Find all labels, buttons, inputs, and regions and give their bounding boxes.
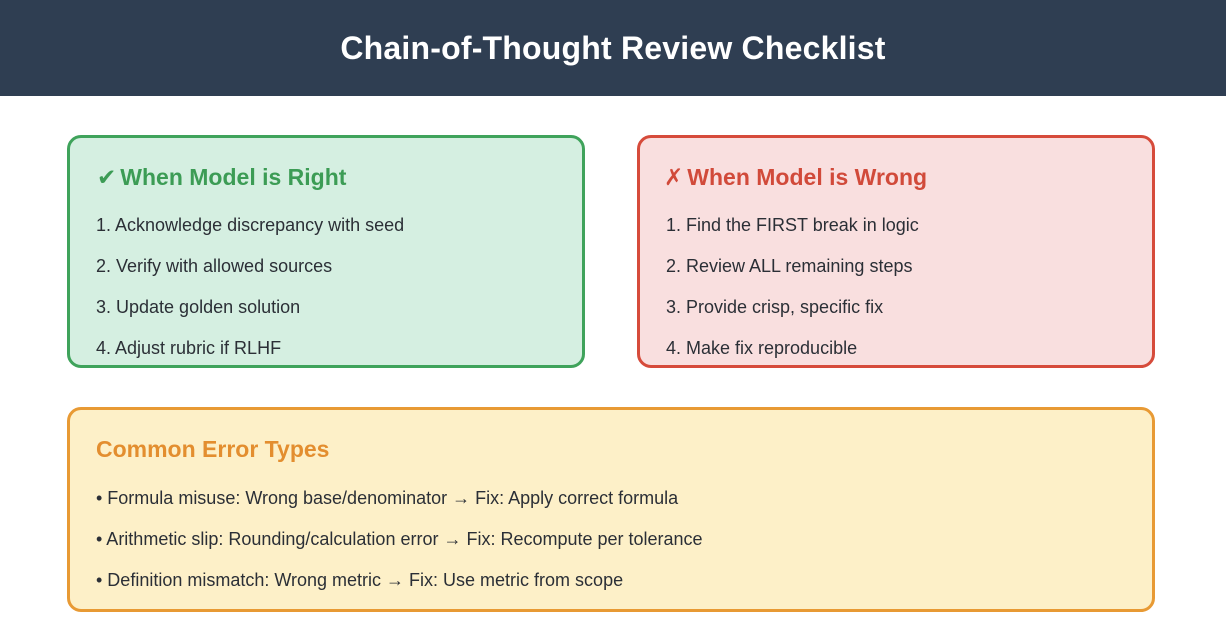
list-item: 1. Acknowledge discrepancy with seed xyxy=(96,215,405,235)
model-right-heading: ✔ When Model is Right xyxy=(97,164,346,191)
model-right-title: When Model is Right xyxy=(120,164,347,190)
list-item: 3. Provide crisp, specific fix xyxy=(666,297,884,317)
cross-icon: ✗ xyxy=(664,164,684,190)
list-item: • Definition mismatch: Wrong metric → Fi… xyxy=(96,570,624,590)
model-wrong-title: When Model is Wrong xyxy=(687,164,928,190)
check-icon: ✔ xyxy=(97,164,117,190)
list-item: • Formula misuse: Wrong base/denominator… xyxy=(96,488,679,508)
model-wrong-heading: ✗ When Model is Wrong xyxy=(664,164,927,191)
model-wrong-list: 1. Find the FIRST break in logic 2. Revi… xyxy=(666,214,919,378)
list-item: 4. Make fix reproducible xyxy=(666,338,858,358)
page-title: Chain-of-Thought Review Checklist xyxy=(340,29,886,66)
list-item: 2. Verify with allowed sources xyxy=(96,256,333,276)
model-wrong-card: ✗ When Model is Wrong 1. Find the FIRST … xyxy=(637,135,1155,368)
page-header: Chain-of-Thought Review Checklist xyxy=(0,0,1226,96)
common-errors-list: • Formula misuse: Wrong base/denominator… xyxy=(96,487,703,610)
common-errors-card: Common Error Types • Formula misuse: Wro… xyxy=(67,407,1155,612)
list-item: • Arithmetic slip: Rounding/calculation … xyxy=(96,529,703,549)
model-right-card: ✔ When Model is Right 1. Acknowledge dis… xyxy=(67,135,585,368)
list-item: 1. Find the FIRST break in logic xyxy=(666,215,919,235)
model-right-list: 1. Acknowledge discrepancy with seed 2. … xyxy=(96,214,404,378)
list-item: 2. Review ALL remaining steps xyxy=(666,256,913,276)
common-errors-title: Common Error Types xyxy=(96,436,330,462)
list-item: 3. Update golden solution xyxy=(96,297,301,317)
list-item: 4. Adjust rubric if RLHF xyxy=(96,338,282,358)
